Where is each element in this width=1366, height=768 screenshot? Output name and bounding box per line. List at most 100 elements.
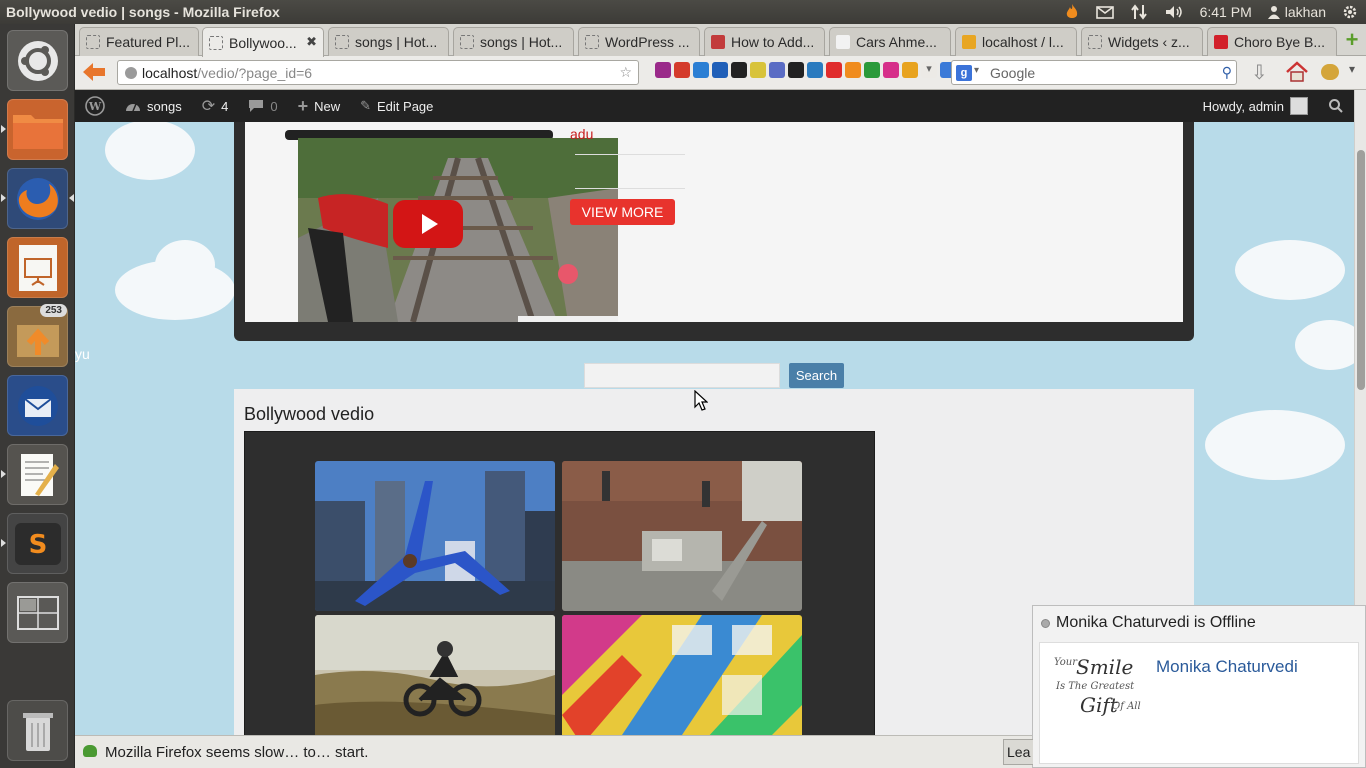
tab-choro-bye[interactable]: Choro Bye B...: [1207, 27, 1337, 56]
addon-f-icon[interactable]: [674, 62, 690, 78]
gallery-thumb-parkour[interactable]: [562, 461, 802, 611]
addon-refresh-icon[interactable]: [693, 62, 709, 78]
bookmark-star-icon[interactable]: ☆: [619, 64, 632, 81]
tab-featured[interactable]: Featured Pl...: [79, 27, 199, 56]
pencil-icon: ✎: [360, 98, 372, 113]
updates-count: 4: [221, 98, 229, 114]
background-cloud: [1295, 320, 1354, 370]
addon-bee-icon[interactable]: [1321, 64, 1339, 80]
scrollbar-thumb[interactable]: [1357, 150, 1365, 390]
addon-lock-icon[interactable]: [750, 62, 766, 78]
view-more-button[interactable]: VIEW MORE: [570, 199, 675, 225]
ad-label: adu: [570, 126, 594, 142]
network-icon[interactable]: [1122, 0, 1156, 24]
archive-launcher[interactable]: 253: [7, 304, 68, 367]
search-button[interactable]: Search: [789, 363, 844, 388]
url-bar[interactable]: localhost/vedio/?page_id=6 ☆: [117, 60, 639, 85]
clock[interactable]: 6:41 PM: [1192, 0, 1260, 24]
tab-wordpress[interactable]: WordPress ...: [578, 27, 700, 56]
chat-header[interactable]: Monika Chaturvedi is Offline: [1041, 614, 1256, 632]
comment-bubble-icon: [249, 100, 264, 112]
chat-status: Monika Chaturvedi is Offline: [1056, 614, 1256, 631]
web-search-box[interactable]: g ▾ Google ⚲: [951, 60, 1237, 85]
addon-u-icon[interactable]: [845, 62, 861, 78]
background-cloud: [1205, 410, 1345, 480]
new-tab-plus-icon[interactable]: +: [1342, 29, 1362, 51]
software-updater-icon: [16, 324, 59, 357]
tab-widgets[interactable]: Widgets ‹ z...: [1081, 27, 1203, 56]
settings-gear-icon[interactable]: [1334, 0, 1366, 24]
addon-moon-icon[interactable]: [712, 62, 728, 78]
tab-bollywood-active[interactable]: Bollywoo... ✖: [202, 27, 324, 57]
google-engine-icon[interactable]: g: [956, 65, 972, 81]
phpmyadmin-icon: [962, 35, 976, 49]
edit-page-label: Edit Page: [377, 98, 434, 114]
youtube-play-icon[interactable]: [393, 200, 463, 248]
back-arrow-icon[interactable]: [81, 60, 107, 86]
home-icon[interactable]: [1285, 60, 1309, 89]
top-panel: Bollywood vedio | songs - Mozilla Firefo…: [0, 0, 1366, 24]
text-editor-icon: [20, 453, 59, 496]
new-label: New: [314, 98, 341, 114]
firefox-icon: [16, 177, 59, 220]
addon-youtube-icon[interactable]: [826, 62, 842, 78]
trash-launcher[interactable]: [7, 700, 68, 761]
thunderbird-launcher[interactable]: [7, 375, 68, 436]
addon-pen-icon[interactable]: [655, 62, 671, 78]
site-search-input[interactable]: [584, 363, 780, 388]
tab-localhost-phpmyadmin[interactable]: localhost / l...: [955, 27, 1077, 56]
user-menu[interactable]: lakhan: [1260, 0, 1334, 24]
addon-php-icon[interactable]: [769, 62, 785, 78]
volume-icon[interactable]: [1156, 0, 1192, 24]
comments-link[interactable]: 0: [238, 90, 287, 122]
close-tab-icon[interactable]: ✖: [306, 34, 317, 50]
menu-chevron-down-icon[interactable]: ▾: [1349, 62, 1355, 76]
gallery-thumb-motorbike[interactable]: [315, 615, 555, 735]
page-icon: [209, 35, 223, 50]
dash-home-button[interactable]: [7, 30, 68, 91]
site-identity-icon[interactable]: [125, 67, 137, 79]
addon-x-icon[interactable]: [788, 62, 804, 78]
tab-cars-ahmedabad[interactable]: Cars Ahme...: [829, 27, 951, 56]
tab-songs-hot-1[interactable]: songs | Hot...: [328, 27, 449, 56]
tab-songs-hot-2[interactable]: songs | Hot...: [453, 27, 574, 56]
sublime-launcher[interactable]: S: [1, 513, 68, 574]
howdy-label: Howdy, admin: [1202, 98, 1284, 114]
flame-icon[interactable]: [1056, 0, 1088, 24]
video-thumbnail[interactable]: [298, 138, 618, 322]
mail-icon[interactable]: [1088, 0, 1122, 24]
dashboard-icon: [126, 103, 140, 112]
tab-how-to-add[interactable]: How to Add...: [704, 27, 825, 56]
tab-strip: Featured Pl... Bollywoo... ✖ songs | Hot.…: [75, 24, 1366, 57]
engine-dropdown-icon[interactable]: ▾: [974, 65, 979, 76]
wp-logo-icon[interactable]: W: [75, 90, 115, 122]
contact-name-link[interactable]: Monika Chaturvedi: [1156, 657, 1298, 677]
gallery-thumb-dancer[interactable]: [315, 461, 555, 611]
edit-page-link[interactable]: ✎ Edit Page: [350, 90, 443, 122]
workspace-switcher[interactable]: [7, 582, 68, 643]
addon-overflow-icon[interactable]: ▾: [921, 62, 937, 78]
addon-block-icon[interactable]: [731, 62, 747, 78]
my-account-menu[interactable]: Howdy, admin: [1193, 90, 1318, 122]
text-editor-launcher[interactable]: [1, 444, 68, 505]
gallery-thumb-graffiti[interactable]: [562, 615, 802, 735]
files-launcher[interactable]: [1, 99, 68, 160]
chat-body: Your Smile Is The Greatest Gift Of All M…: [1039, 642, 1359, 764]
learn-more-button[interactable]: Lea: [1003, 739, 1033, 765]
addon-chart-icon[interactable]: [883, 62, 899, 78]
admin-search-icon[interactable]: [1318, 90, 1354, 122]
folder-icon: [12, 114, 63, 149]
addon-trend-icon[interactable]: [902, 62, 918, 78]
addon-l-icon[interactable]: [864, 62, 880, 78]
new-content-link[interactable]: + New: [288, 90, 351, 122]
addon-wordpress-icon[interactable]: [807, 62, 823, 78]
profile-picture: Your Smile Is The Greatest Gift Of All: [1054, 655, 1141, 717]
magnifier-icon[interactable]: ⚲: [1222, 64, 1232, 81]
updates-link[interactable]: ⟳ 4: [192, 90, 239, 122]
impress-launcher[interactable]: [7, 237, 68, 298]
site-name-link[interactable]: songs: [115, 90, 192, 122]
page-icon: [86, 35, 100, 49]
downloads-arrow-icon[interactable]: ⇩: [1251, 60, 1273, 84]
gallery-title: Bollywood vedio: [244, 404, 375, 424]
firefox-launcher[interactable]: [1, 168, 74, 229]
